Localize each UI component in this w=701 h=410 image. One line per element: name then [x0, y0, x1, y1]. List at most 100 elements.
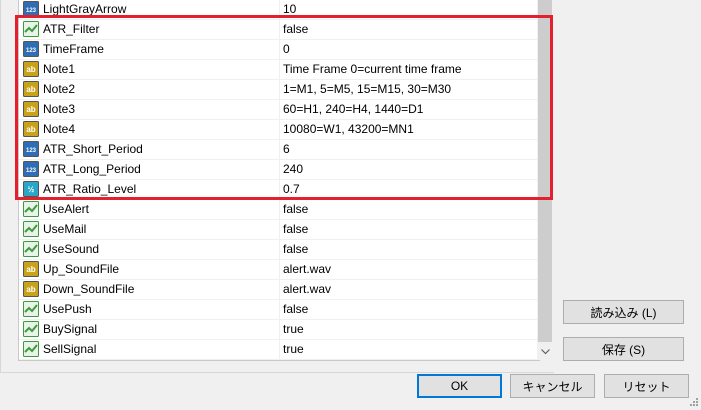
string-type-icon: ab	[23, 81, 39, 97]
parameter-name-cell: UsePush	[19, 299, 278, 319]
parameter-value[interactable]: alert.wav	[283, 262, 331, 276]
parameter-row[interactable]: ab Note1 Time Frame 0=current time frame	[19, 59, 539, 80]
parameter-value-cell[interactable]: false	[279, 219, 538, 239]
svg-text:123: 123	[26, 48, 37, 54]
string-type-icon: ab	[23, 121, 39, 137]
parameter-value-cell[interactable]: alert.wav	[279, 279, 538, 299]
parameter-row[interactable]: UseMail false	[19, 219, 539, 240]
svg-text:ab: ab	[26, 285, 35, 294]
parameter-value[interactable]: false	[283, 22, 308, 36]
save-button[interactable]: 保存 (S)	[563, 337, 684, 361]
parameter-value[interactable]: 10	[283, 2, 296, 16]
parameter-value[interactable]: Time Frame 0=current time frame	[283, 62, 462, 76]
parameter-row[interactable]: UseAlert false	[19, 199, 539, 220]
parameter-name-cell: 123 ATR_Long_Period	[19, 159, 278, 179]
parameter-row[interactable]: ½ ATR_Ratio_Level 0.7	[19, 179, 539, 200]
parameter-value-cell[interactable]: 60=H1, 240=H4, 1440=D1	[279, 99, 538, 119]
parameter-name: ATR_Long_Period	[43, 162, 141, 176]
parameter-value[interactable]: false	[283, 222, 308, 236]
parameter-name: Note3	[43, 102, 76, 116]
parameter-value[interactable]: 10080=W1, 43200=MN1	[283, 122, 414, 136]
parameter-name: Up_SoundFile	[43, 262, 120, 276]
int-type-icon: 123	[23, 141, 39, 157]
parameter-value-cell[interactable]: false	[279, 299, 538, 319]
bool-type-icon	[23, 321, 39, 337]
parameter-row[interactable]: ATR_Filter false	[19, 19, 539, 40]
parameter-row[interactable]: 123 ATR_Short_Period 6	[19, 139, 539, 160]
parameter-row[interactable]: ab Down_SoundFile alert.wav	[19, 279, 539, 300]
parameter-value-cell[interactable]: true	[279, 319, 538, 339]
string-type-icon: ab	[23, 101, 39, 117]
vertical-scrollbar[interactable]	[537, 0, 554, 360]
parameter-name-cell: UseMail	[19, 219, 278, 239]
parameter-row[interactable]: ab Up_SoundFile alert.wav	[19, 259, 539, 280]
load-button[interactable]: 読み込み (L)	[563, 300, 684, 324]
parameter-value-cell[interactable]: true	[279, 339, 538, 359]
parameter-value-cell[interactable]: false	[279, 239, 538, 259]
parameter-name: ATR_Ratio_Level	[43, 182, 137, 196]
parameter-name: SellSignal	[43, 342, 97, 356]
cancel-button[interactable]: キャンセル	[510, 374, 595, 398]
parameter-name: ATR_Filter	[43, 22, 100, 36]
parameter-value-cell[interactable]: 240	[279, 159, 538, 179]
parameter-row[interactable]: UseSound false	[19, 239, 539, 260]
parameter-name-cell: UseAlert	[19, 199, 278, 219]
parameter-row[interactable]: BuySignal true	[19, 319, 539, 340]
parameter-value[interactable]: 1=M1, 5=M5, 15=M15, 30=M30	[283, 82, 451, 96]
parameter-name-cell: SellSignal	[19, 339, 278, 359]
parameter-value[interactable]: 6	[283, 142, 290, 156]
parameter-row[interactable]: 123 ATR_Long_Period 240	[19, 159, 539, 180]
parameter-name: UsePush	[43, 302, 92, 316]
parameter-value-cell[interactable]: 0.7	[279, 179, 538, 199]
parameter-row[interactable]: ab Note2 1=M1, 5=M5, 15=M15, 30=M30	[19, 79, 539, 100]
parameter-row[interactable]: 123 LightGrayArrow 10	[19, 0, 539, 20]
parameter-value[interactable]: false	[283, 242, 308, 256]
parameters-grid: 123 LightGrayArrow 10 ATR_Filter false 123 Tim…	[18, 0, 540, 361]
parameter-name-cell: BuySignal	[19, 319, 278, 339]
parameter-value-cell[interactable]: alert.wav	[279, 259, 538, 279]
parameter-value-cell[interactable]: 0	[279, 39, 538, 59]
parameter-name-cell: ATR_Filter	[19, 19, 278, 39]
input-parameters-panel: 123 LightGrayArrow 10 ATR_Filter false 123 Tim…	[0, 0, 554, 373]
parameter-value-cell[interactable]: Time Frame 0=current time frame	[279, 59, 538, 79]
parameter-row[interactable]: SellSignal true	[19, 339, 539, 360]
parameter-row[interactable]: UsePush false	[19, 299, 539, 320]
parameter-value-cell[interactable]: 6	[279, 139, 538, 159]
parameter-value[interactable]: 240	[283, 162, 303, 176]
parameter-value-cell[interactable]: 10	[279, 0, 538, 19]
int-type-icon: 123	[23, 161, 39, 177]
parameter-name-cell: UseSound	[19, 239, 278, 259]
parameter-name: ATR_Short_Period	[43, 142, 143, 156]
parameter-value-cell[interactable]: 1=M1, 5=M5, 15=M15, 30=M30	[279, 79, 538, 99]
parameter-value[interactable]: 0	[283, 42, 290, 56]
int-type-icon: 123	[23, 1, 39, 17]
svg-text:ab: ab	[26, 125, 35, 134]
ok-button[interactable]: OK	[417, 374, 502, 398]
parameter-name: LightGrayArrow	[43, 2, 127, 16]
parameter-name: Note4	[43, 122, 76, 136]
parameter-row[interactable]: ab Note3 60=H1, 240=H4, 1440=D1	[19, 99, 539, 120]
parameter-value[interactable]: true	[283, 322, 304, 336]
parameter-row[interactable]: ab Note4 10080=W1, 43200=MN1	[19, 119, 539, 140]
parameter-value[interactable]: true	[283, 342, 304, 356]
svg-text:ab: ab	[26, 105, 35, 114]
parameter-value-cell[interactable]: false	[279, 19, 538, 39]
parameter-value[interactable]: alert.wav	[283, 282, 331, 296]
scroll-down-icon[interactable]	[537, 343, 554, 360]
parameter-value[interactable]: false	[283, 202, 308, 216]
resize-grip-icon[interactable]	[689, 396, 699, 406]
scrollbar-thumb[interactable]	[538, 0, 552, 342]
parameter-value[interactable]: 60=H1, 240=H4, 1440=D1	[283, 102, 423, 116]
parameter-value[interactable]: false	[283, 302, 308, 316]
reset-button[interactable]: リセット	[604, 374, 689, 398]
parameter-value[interactable]: 0.7	[283, 182, 300, 196]
parameter-name: UseSound	[43, 242, 100, 256]
svg-text:½: ½	[28, 185, 35, 194]
parameter-row[interactable]: 123 TimeFrame 0	[19, 39, 539, 60]
parameter-name: UseMail	[43, 222, 87, 236]
parameter-name-cell: ab Note2	[19, 79, 278, 99]
parameter-name: Note2	[43, 82, 76, 96]
parameter-value-cell[interactable]: 10080=W1, 43200=MN1	[279, 119, 538, 139]
parameter-value-cell[interactable]: false	[279, 199, 538, 219]
bool-type-icon	[23, 21, 39, 37]
